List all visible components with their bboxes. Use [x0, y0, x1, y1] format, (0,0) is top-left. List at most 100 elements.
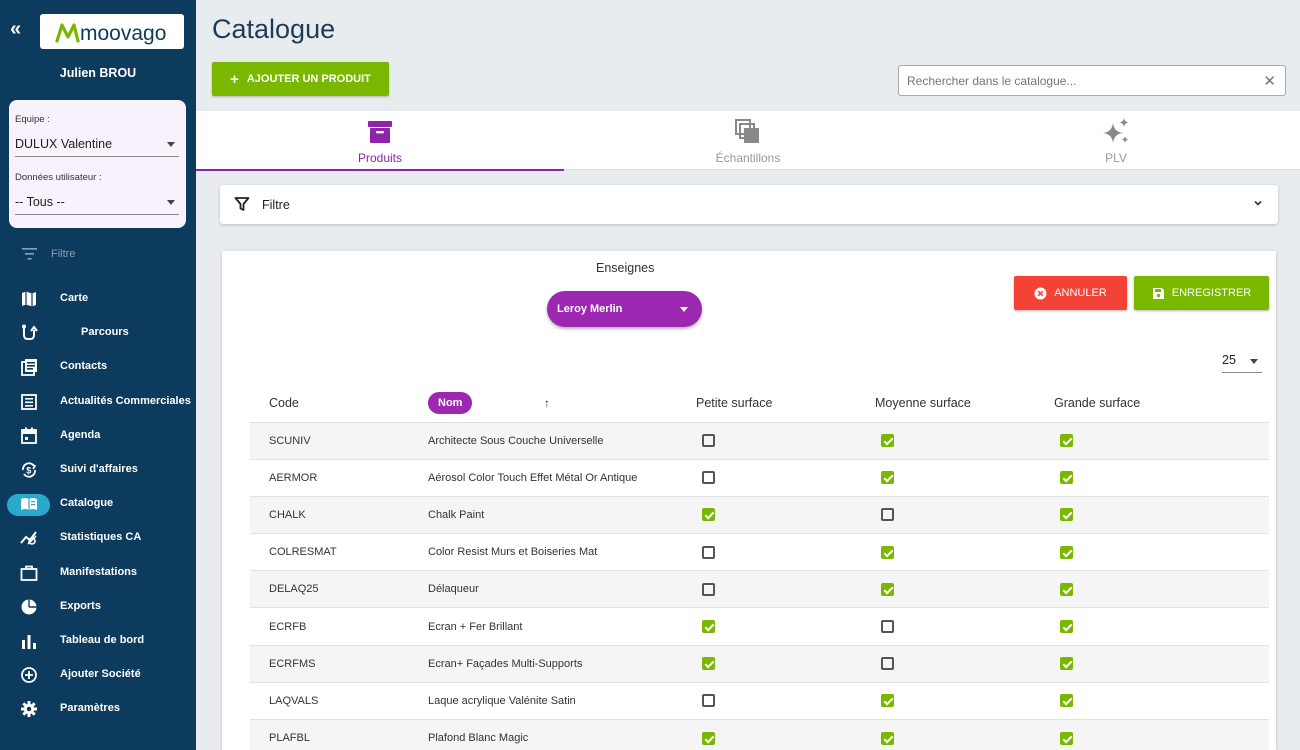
copies-icon [735, 119, 759, 143]
cell-code: COLRESMAT [250, 533, 428, 572]
table-row: DELAQ25 Délaqueur [250, 570, 1269, 609]
sidebar-item-parcours[interactable]: Parcours [0, 315, 196, 349]
checkbox-petite-surface[interactable] [702, 694, 715, 708]
cell-grande-surface [1054, 422, 1269, 460]
checkbox-moyenne-surface[interactable] [881, 694, 894, 708]
checkbox-petite-surface[interactable] [702, 620, 715, 634]
sparkles-icon [1103, 118, 1129, 143]
save-button[interactable]: ENREGISTRER [1134, 276, 1269, 310]
checkbox-grande-surface[interactable] [1060, 620, 1073, 634]
sidebar-item-parametres[interactable]: Paramètres [0, 691, 196, 725]
sidebar-item-carte[interactable]: Carte [0, 281, 196, 315]
cell-nom: Aérosol Color Touch Effet Métal Or Antiq… [428, 459, 696, 497]
sidebar-item-catalogue[interactable]: Catalogue [0, 486, 196, 520]
checkbox-moyenne-surface[interactable] [881, 731, 894, 745]
checkbox-grande-surface[interactable] [1060, 657, 1073, 671]
table-row: LAQVALS Laque acrylique Valénite Satin [250, 682, 1269, 721]
search-input[interactable] [899, 66, 1239, 95]
checkbox-grande-surface[interactable] [1060, 694, 1073, 708]
cell-moyenne-surface [875, 459, 1054, 497]
cell-code: DELAQ25 [250, 570, 428, 609]
checkbox-petite-surface[interactable] [702, 508, 715, 522]
checkbox-moyenne-surface[interactable] [881, 508, 894, 522]
cell-moyenne-surface [875, 496, 1054, 535]
header-moyenne-surface[interactable]: Moyenne surface [875, 385, 1054, 423]
user-data-select[interactable]: -- Tous -- [15, 191, 179, 215]
table-row: CHALK Chalk Paint [250, 496, 1269, 535]
sidebar-filter-label: Filtre [51, 248, 76, 260]
page-size-value: 25 [1222, 353, 1236, 367]
sidebar-item-agenda[interactable]: Agenda [0, 418, 196, 452]
logo: moovago [40, 14, 184, 49]
sidebar-item-suivi[interactable]: $ Suivi d'affaires [0, 452, 196, 486]
sort-chip-nom[interactable]: Nom [428, 392, 473, 415]
add-product-button[interactable]: + AJOUTER UN PRODUIT [212, 62, 389, 96]
cell-petite-surface [696, 422, 875, 460]
checkbox-petite-surface[interactable] [702, 657, 715, 671]
header-code[interactable]: Code [250, 385, 428, 423]
sidebar-item-ajouter-societe[interactable]: Ajouter Société [0, 657, 196, 691]
cell-grande-surface [1054, 645, 1269, 683]
sidebar-item-label: Suivi d'affaires [60, 463, 138, 476]
team-select[interactable]: DULUX Valentine [15, 133, 179, 157]
checkbox-grande-surface[interactable] [1060, 582, 1073, 596]
cell-grande-surface [1054, 607, 1269, 646]
header-petite-surface[interactable]: Petite surface [696, 385, 875, 423]
checkbox-moyenne-surface[interactable] [881, 545, 894, 559]
header-nom[interactable]: Nom ↑ [428, 385, 696, 423]
sidebar-item-manifestations[interactable]: Manifestations [0, 555, 196, 589]
sidebar-item-contacts[interactable]: Contacts [0, 349, 196, 383]
checkbox-moyenne-surface[interactable] [881, 582, 894, 596]
checkbox-grande-surface[interactable] [1060, 731, 1073, 745]
sidebar-item-label: Statistiques CA [60, 531, 142, 544]
clear-icon[interactable]: ✕ [1263, 72, 1276, 90]
cell-petite-surface [696, 533, 875, 572]
checkbox-grande-surface[interactable] [1060, 471, 1073, 485]
checkbox-grande-surface[interactable] [1060, 434, 1073, 448]
table-row: AERMOR Aérosol Color Touch Effet Métal Or… [250, 459, 1269, 497]
filter-panel[interactable]: Filtre [220, 185, 1278, 224]
cell-nom: Chalk Paint [428, 496, 696, 535]
checkbox-petite-surface[interactable] [702, 545, 715, 559]
checkbox-petite-surface[interactable] [702, 582, 715, 596]
sidebar-item-actualites[interactable]: Actualités Commerciales [0, 384, 196, 418]
checkbox-moyenne-surface[interactable] [881, 434, 894, 448]
tab-produits[interactable]: Produits [196, 111, 564, 171]
sidebar-item-label: Agenda [60, 428, 101, 441]
checkbox-moyenne-surface[interactable] [881, 620, 894, 634]
cancel-button[interactable]: ANNULER [1014, 276, 1127, 310]
page-size-select[interactable]: 25 [1222, 349, 1262, 373]
checkbox-moyenne-surface[interactable] [881, 471, 894, 485]
tab-plv[interactable]: PLV [932, 111, 1300, 170]
sidebar-filter[interactable]: Filtre [22, 248, 75, 260]
checkbox-petite-surface[interactable] [702, 731, 715, 745]
enseigne-select[interactable]: Leroy Merlin [547, 291, 702, 327]
user-name: Julien BROU [59, 66, 137, 80]
checkbox-grande-surface[interactable] [1060, 508, 1073, 522]
sidebar-item-exports[interactable]: Exports [0, 589, 196, 623]
header-grande-surface[interactable]: Grande surface [1054, 385, 1269, 423]
sidebar-item-statistiques[interactable]: Statistiques CA [0, 520, 196, 554]
checkbox-petite-surface[interactable] [702, 471, 715, 485]
tab-label: PLV [1105, 151, 1127, 165]
tab-echantillons[interactable]: Échantillons [564, 111, 932, 170]
cell-nom: Délaqueur [428, 570, 696, 609]
sidebar-item-label: Exports [60, 599, 101, 612]
enseigne-label: Enseignes [596, 261, 655, 275]
cell-moyenne-surface [875, 533, 1054, 572]
cell-code: PLAFBL [250, 719, 428, 750]
briefcase-icon [20, 565, 38, 581]
cell-petite-surface [696, 719, 875, 750]
sidebar-item-tableau[interactable]: Tableau de bord [0, 623, 196, 657]
sort-ascending-icon[interactable]: ↑ [544, 396, 550, 410]
sidebar-item-label: Actualités Commerciales [60, 394, 191, 407]
pie-icon [21, 599, 37, 615]
cell-moyenne-surface [875, 607, 1054, 646]
checkbox-moyenne-surface[interactable] [881, 657, 894, 671]
cell-petite-surface [696, 496, 875, 535]
checkbox-petite-surface[interactable] [702, 434, 715, 448]
checkbox-grande-surface[interactable] [1060, 545, 1073, 559]
collapse-sidebar-icon[interactable]: « [10, 19, 28, 40]
cell-nom: Plafond Blanc Magic [428, 719, 696, 750]
table-header-row: Code Nom ↑ Petite surface Moyenne surfac… [250, 385, 1269, 423]
